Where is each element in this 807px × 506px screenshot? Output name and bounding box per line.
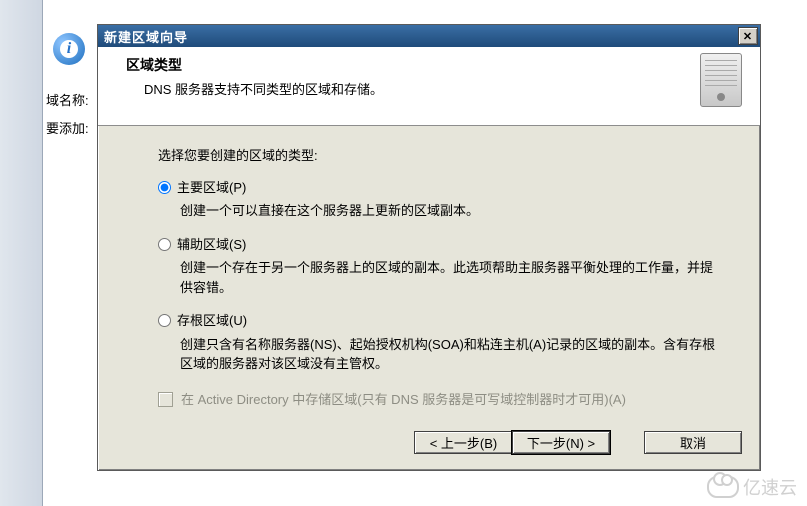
ad-store-label: 在 Active Directory 中存储区域(只有 DNS 服务器是可写域控… [181,390,626,410]
cloud-icon [707,476,739,498]
next-button[interactable]: 下一步(N) > [512,431,610,454]
watermark: 亿速云 [707,474,797,500]
watermark-text: 亿速云 [743,474,797,500]
back-button[interactable]: < 上一步(B) [414,431,512,454]
wizard-content: 选择您要创建的区域的类型: 主要区域(P) 创建一个可以直接在这个服务器上更新的… [98,126,760,409]
radio-stub-label: 存根区域(U) [177,311,247,331]
radio-stub[interactable] [158,314,171,327]
titlebar: 新建区域向导 ✕ [98,25,760,47]
close-button[interactable]: ✕ [738,27,758,45]
radio-primary-desc: 创建一个可以直接在这个服务器上更新的区域副本。 [180,201,720,221]
titlebar-text: 新建区域向导 [104,27,188,46]
wizard-header: 区域类型 DNS 服务器支持不同类型的区域和存储。 [98,47,760,126]
zone-type-prompt: 选择您要创建的区域的类型: [158,146,720,166]
wizard-dialog: 新建区域向导 ✕ 区域类型 DNS 服务器支持不同类型的区域和存储。 选择您要创… [97,24,761,471]
window-frame-left [0,0,43,506]
bg-label-add: 要添加: [46,118,89,137]
ad-store-checkbox [158,392,173,407]
radio-secondary-row[interactable]: 辅助区域(S) [158,235,720,255]
radio-primary[interactable] [158,181,171,194]
server-icon [700,53,748,111]
cancel-button[interactable]: 取消 [644,431,742,454]
radio-secondary[interactable] [158,238,171,251]
radio-secondary-desc: 创建一个存在于另一个服务器上的区域的副本。此选项帮助主服务器平衡处理的工作量，并… [180,258,720,297]
header-title: 区域类型 [126,55,742,75]
info-icon: i [53,33,85,65]
radio-stub-desc: 创建只含有名称服务器(NS)、起始授权机构(SOA)和粘连主机(A)记录的区域的… [180,335,720,374]
header-subtitle: DNS 服务器支持不同类型的区域和存储。 [144,79,742,98]
bg-label-domain: 域名称: [46,90,89,109]
radio-secondary-label: 辅助区域(S) [177,235,246,255]
wizard-button-row: < 上一步(B) 下一步(N) > 取消 [414,431,742,454]
radio-stub-row[interactable]: 存根区域(U) [158,311,720,331]
ad-store-checkbox-row: 在 Active Directory 中存储区域(只有 DNS 服务器是可写域控… [158,390,720,410]
radio-primary-label: 主要区域(P) [177,178,246,198]
radio-primary-row[interactable]: 主要区域(P) [158,178,720,198]
